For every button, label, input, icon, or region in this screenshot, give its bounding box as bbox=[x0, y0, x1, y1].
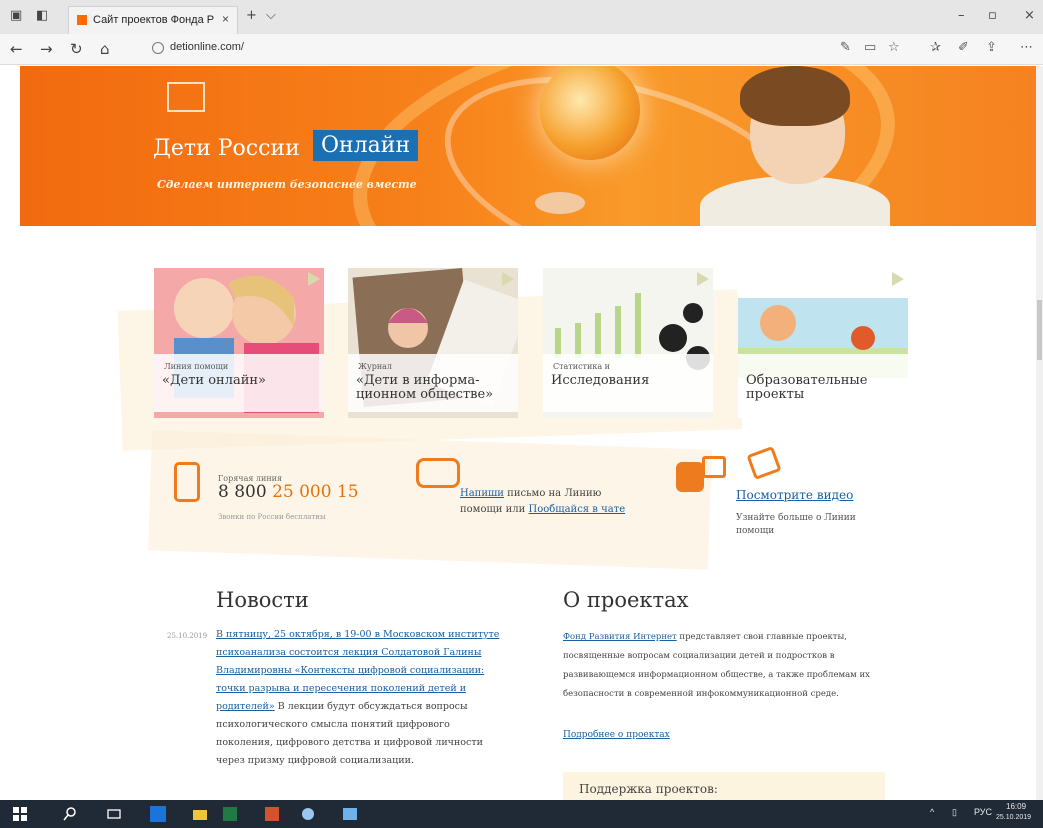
write-link[interactable]: Напиши bbox=[460, 488, 504, 499]
language-indicator[interactable]: РУС bbox=[974, 807, 992, 817]
home-icon[interactable]: ⌂ bbox=[100, 40, 110, 58]
card-label: Журнал «Дети в информа-ционном обществе» bbox=[348, 354, 518, 412]
hotline-number[interactable]: 8 800 25 000 15 bbox=[218, 482, 359, 502]
card-arrow-icon bbox=[502, 272, 514, 286]
minimize-button[interactable]: – bbox=[958, 8, 965, 23]
video-note: Узнайте больше о Линии помощи bbox=[736, 513, 856, 536]
card-education[interactable]: Образовательные проекты bbox=[738, 268, 908, 418]
excel-icon[interactable] bbox=[222, 806, 238, 822]
card-children-online[interactable]: Линия помощи «Дети онлайн» bbox=[154, 268, 324, 418]
tab-menu-icon[interactable]: ⌵ bbox=[266, 8, 276, 23]
forward-icon[interactable]: → bbox=[40, 40, 53, 58]
hand-image bbox=[535, 192, 585, 214]
news-link[interactable]: В пятницу, 25 октября, в 19-00 в Московс… bbox=[216, 629, 499, 712]
info-icon[interactable] bbox=[152, 42, 164, 54]
tab-actions-icon[interactable]: ▣ bbox=[10, 8, 22, 23]
news-heading: Новости bbox=[216, 588, 309, 612]
card-title: «Дети в информа-ционном обществе» bbox=[356, 373, 494, 402]
file-explorer-icon[interactable] bbox=[192, 806, 208, 822]
news-item: В пятницу, 25 октября, в 19-00 в Московс… bbox=[216, 626, 508, 770]
brand-online-badge: Онлайн bbox=[313, 130, 419, 161]
favorite-star-icon[interactable]: ☆ bbox=[888, 40, 900, 55]
site-banner: Дети России Онлайн Сделаем интернет безо… bbox=[20, 66, 1038, 226]
hotline-note: Звонки по России бесплатны bbox=[218, 513, 326, 521]
battery-icon[interactable]: ▯ bbox=[952, 807, 957, 818]
watch-video-link[interactable]: Посмотрите видео bbox=[736, 488, 853, 502]
scrollbar-thumb[interactable] bbox=[1037, 300, 1042, 360]
about-description: представляет свои главные проекты, посвя… bbox=[563, 632, 870, 699]
card-label: Образовательные проекты bbox=[738, 354, 908, 412]
back-tabs-icon[interactable]: ◧ bbox=[36, 8, 48, 23]
brand-title: Дети России bbox=[153, 136, 300, 161]
chat-link[interactable]: Пообщайся в чате bbox=[529, 504, 626, 515]
foundation-link[interactable]: Фонд Развития Интернет bbox=[563, 632, 677, 642]
write-block: Напиши письмо на Линию помощи или Пообща… bbox=[460, 486, 630, 518]
video-camera-icon bbox=[672, 452, 732, 494]
edge-icon[interactable] bbox=[150, 806, 166, 822]
favorites-icon[interactable]: ✰ bbox=[930, 40, 941, 55]
card-research[interactable]: Статистика и Исследования bbox=[543, 268, 713, 418]
more-projects-link[interactable]: Подробнее о проектах bbox=[563, 730, 670, 740]
card-arrow-icon bbox=[892, 272, 904, 286]
url-field[interactable]: detionline.com/ bbox=[170, 41, 244, 53]
tab-close-icon[interactable]: × bbox=[222, 12, 229, 26]
paint-icon[interactable] bbox=[300, 806, 316, 822]
support-title: Поддержка проектов: bbox=[579, 782, 718, 796]
card-label: Линия помощи «Дети онлайн» bbox=[154, 354, 324, 412]
maximize-button[interactable]: ▫ bbox=[988, 8, 997, 23]
card-journal[interactable]: Журнал «Дети в информа-ционном обществе» bbox=[348, 268, 518, 418]
tray-chevron-icon[interactable]: ^ bbox=[930, 807, 934, 817]
hotline-number-main: 25 000 15 bbox=[272, 482, 359, 502]
support-box: Поддержка проектов: bbox=[563, 772, 885, 800]
card-kicker: Статистика и bbox=[553, 362, 610, 371]
pen-icon[interactable]: ✐ bbox=[958, 40, 969, 55]
camera-icon bbox=[746, 445, 782, 481]
card-kicker: Линия помощи bbox=[164, 362, 229, 371]
site-logo[interactable] bbox=[167, 82, 205, 112]
card-arrow-icon bbox=[308, 272, 320, 286]
card-title: Образовательные проекты bbox=[746, 373, 868, 402]
photos-icon[interactable] bbox=[342, 806, 358, 822]
back-icon[interactable]: ← bbox=[10, 40, 23, 58]
task-view-icon[interactable] bbox=[106, 806, 122, 822]
search-icon[interactable] bbox=[62, 806, 78, 822]
more-icon[interactable]: ⋯ bbox=[1020, 40, 1033, 55]
about-heading: О проектах bbox=[563, 588, 689, 612]
tab-title: Сайт проектов Фонда Р bbox=[93, 14, 215, 26]
news-date: 25.10.2019 bbox=[167, 632, 208, 640]
close-button[interactable]: × bbox=[1024, 8, 1035, 23]
address-bar: ← → ↻ ⌂ detionline.com/ ✎ ▭ ☆ ✰ ✐ ⇪ ⋯ bbox=[0, 34, 1043, 65]
card-arrow-icon bbox=[697, 272, 709, 286]
card-label: Статистика и Исследования bbox=[543, 354, 713, 412]
card-title: Исследования bbox=[551, 373, 650, 388]
page-scrollbar[interactable] bbox=[1036, 66, 1043, 800]
chat-icon bbox=[416, 458, 460, 488]
read-aloud-icon[interactable]: ✎ bbox=[840, 40, 851, 55]
card-title: «Дети онлайн» bbox=[162, 373, 266, 388]
brand-slogan: Сделаем интернет безопаснее вместе bbox=[157, 178, 417, 191]
refresh-icon[interactable]: ↻ bbox=[70, 40, 83, 58]
start-icon[interactable] bbox=[12, 806, 28, 822]
clock-time[interactable]: 16:09 bbox=[1006, 802, 1026, 811]
boy-image bbox=[680, 66, 910, 226]
reading-view-icon[interactable]: ▭ bbox=[864, 40, 876, 55]
about-text: Фонд Развития Интернет представляет свои… bbox=[563, 628, 893, 704]
card-kicker: Журнал bbox=[358, 362, 392, 371]
phone-icon bbox=[174, 462, 200, 502]
browser-titlebar: ▣ ◧ Сайт проектов Фонда Р × + ⌵ – ▫ × bbox=[0, 0, 1043, 34]
favicon-icon bbox=[77, 15, 87, 25]
windows-taskbar: ^ ▯ РУС 16:09 25.10.2019 bbox=[0, 800, 1043, 828]
new-tab-button[interactable]: + bbox=[246, 8, 257, 23]
powerpoint-icon[interactable] bbox=[264, 806, 280, 822]
hotline-number-prefix: 8 800 bbox=[218, 482, 267, 502]
browser-tab[interactable]: Сайт проектов Фонда Р × bbox=[68, 6, 238, 34]
share-icon[interactable]: ⇪ bbox=[986, 40, 997, 55]
clock-date[interactable]: 25.10.2019 bbox=[996, 814, 1031, 821]
